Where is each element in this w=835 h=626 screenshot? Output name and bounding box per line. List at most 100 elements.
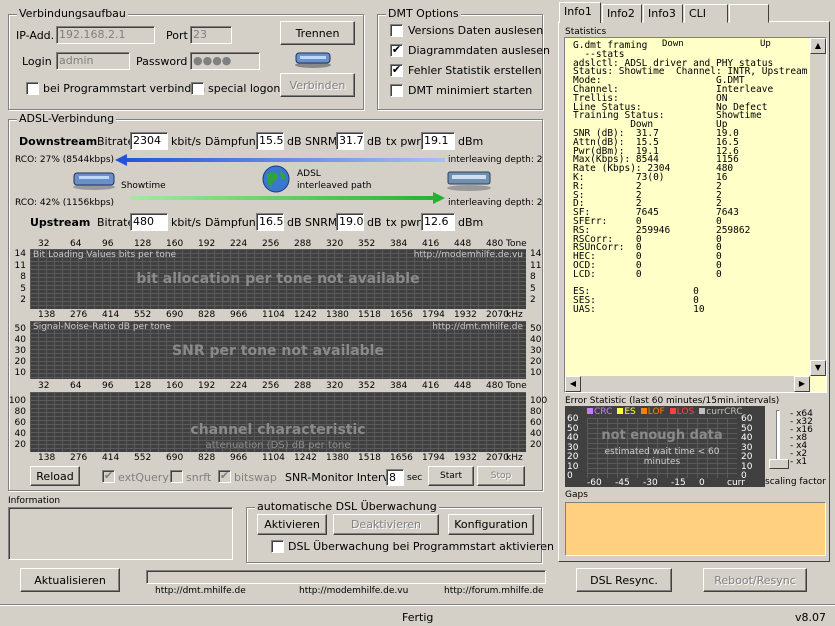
tab-info3[interactable]: Info3 (643, 4, 683, 23)
fehler-checkbox[interactable]: ✔ (390, 64, 403, 77)
port-field[interactable]: 23 (190, 26, 232, 44)
khz-tick: 1242 (294, 310, 317, 320)
modem-icon (292, 47, 334, 69)
konfiguration-button[interactable]: Konfiguration (448, 514, 534, 535)
legend-label: CRC (594, 407, 613, 417)
tab-cli[interactable]: CLI (684, 4, 728, 23)
error-y-tick: 30 (741, 442, 753, 453)
bit-y-tick: 14 (530, 249, 542, 259)
tone-tick: 448 (454, 381, 472, 391)
channel-chart-message: channel characteristic (190, 422, 366, 438)
autoconnect-checkbox[interactable] (26, 82, 39, 95)
error-y-axis-left: 60 50 40 30 20 10 0 (567, 414, 585, 481)
down-snrm-field: 31.7 (336, 132, 364, 150)
error-x-tick: -45 (615, 478, 630, 487)
interleave-down: interleaving depth: 2 (448, 155, 543, 165)
scroll-down-icon[interactable]: ▼ (810, 360, 826, 376)
up-txpwr-label: tx pwr (386, 216, 421, 229)
rco-up: RCO: 42% (1156kbps) (15, 198, 115, 208)
stats-vscrollbar[interactable]: ▲ ▼ (810, 38, 826, 376)
tone-tick: 64 (70, 381, 82, 391)
diagramm-checkbox[interactable]: ✔ (390, 44, 403, 57)
diagramm-label: Diagrammdaten auslesen (408, 44, 550, 57)
error-legend-item: ES (617, 407, 636, 417)
khz-tick: 1380 (326, 310, 349, 320)
link-dmt[interactable]: http://dmt.mhilfe.de (155, 586, 246, 596)
snrft-checkbox[interactable] (170, 470, 183, 483)
snr-y-axis-right: 50 40 30 20 10 (528, 324, 544, 379)
snr-chart-message: SNR per tone not available (172, 343, 384, 359)
tone-axis-2: 32 64 96 128 160 192 224 256 288 320 352 384 416 448 4… (28, 381, 528, 391)
tab-info2[interactable]: Info2 (602, 4, 642, 23)
extquery-checkbox[interactable]: ✔ (102, 470, 115, 483)
stats-hscrollbar[interactable]: ◀ ▶ (565, 376, 810, 392)
bit-y-axis-right: 14 11 8 5 2 (528, 249, 544, 309)
scaling-slider-track (776, 410, 780, 465)
snr-interval-field[interactable]: 8 (386, 469, 404, 486)
bitswap-checkbox[interactable]: ✔ (218, 470, 231, 483)
password-field[interactable]: ●●●● (190, 52, 260, 70)
khz-tick: 690 (166, 310, 184, 320)
channel-chart: channel characteristic attenuation (DS) … (30, 392, 526, 452)
snr-y-tick: 40 (530, 335, 542, 345)
upstream-arrow (130, 192, 445, 204)
login-field[interactable]: admin (56, 52, 130, 70)
trennen-button[interactable]: Trennen (280, 21, 355, 45)
dsl-resync-button[interactable]: DSL Resync. (576, 568, 672, 592)
auto-dsl-checkbox[interactable] (271, 540, 284, 553)
tone-tick: 448 (454, 239, 472, 249)
reboot-resync-button[interactable]: Reboot/Resync (703, 568, 807, 592)
aktualisieren-button[interactable]: Aktualisieren (20, 568, 120, 592)
error-legend-item: LOF (640, 407, 665, 417)
stop-button[interactable]: Stop (477, 466, 525, 486)
scroll-right-icon[interactable]: ▶ (794, 376, 810, 392)
down-daempfung-label: Dämpfung (205, 135, 263, 148)
verbindungsaufbau-title: Verbindungsaufbau (17, 7, 128, 20)
tone-tick: 384 (390, 239, 408, 249)
snr-y-tick: 50 (14, 324, 26, 334)
snr-y-tick: 30 (14, 346, 26, 356)
bit-y-tick: 5 (530, 283, 536, 294)
start-button[interactable]: Start (428, 466, 474, 486)
error-y-tick: 0 (567, 471, 573, 481)
bit-y-tick: 8 (530, 272, 536, 283)
snr-y-tick: 50 (530, 324, 542, 334)
khz-tick: 966 (230, 453, 248, 463)
tab-blank[interactable] (729, 4, 769, 23)
versions-checkbox[interactable] (390, 24, 403, 37)
chan-y-tick: 20 (530, 440, 542, 450)
error-legend: CRC ES LOF LOS currCRC (587, 407, 748, 417)
scroll-up-icon[interactable]: ▲ (810, 38, 826, 54)
scaling-slider-thumb[interactable] (769, 459, 789, 469)
deaktivieren-button[interactable]: Deaktivieren (333, 514, 439, 535)
snr-interval-label: SNR-Monitor Interval: (285, 471, 403, 484)
ip-field[interactable]: 192.168.2.1 (56, 26, 155, 44)
gaps-title: Gaps (565, 490, 588, 500)
legend-swatch-icon (587, 408, 593, 414)
reload-button[interactable]: Reload (30, 466, 80, 486)
link-forum[interactable]: http://forum.mhilfe.de (444, 586, 544, 596)
tab-info1[interactable]: Info1 (559, 2, 601, 23)
bit-chart-title: Bit Loading Values bits per tone (33, 250, 177, 260)
khz-tick: 552 (134, 453, 152, 463)
bit-y-tick: 14 (14, 249, 26, 259)
snrft-label: snrft (186, 471, 212, 484)
scroll-left-icon[interactable]: ◀ (565, 376, 581, 392)
minimiert-checkbox[interactable] (390, 84, 403, 97)
aktivieren-button[interactable]: Aktivieren (257, 514, 327, 535)
khz-tick: 1104 (262, 310, 285, 320)
link-modemhilfe[interactable]: http://modemhilfe.de.vu (299, 586, 408, 596)
verbinden-button[interactable]: Verbinden (280, 73, 355, 97)
snr-y-tick: 30 (530, 346, 542, 356)
tone-tick: 288 (294, 381, 312, 391)
channel-y-axis-left: 100 80 60 40 20 (9, 396, 28, 451)
rco-down: RCO: 27% (8544kbps) (15, 155, 115, 165)
special-logon-checkbox[interactable] (191, 82, 204, 95)
error-y-tick: 60 (567, 414, 579, 424)
khz-axis-1: 138 276 414 552 690 828 966 1104 1242 1380 1518 165… (28, 310, 528, 320)
snr-y-tick: 20 (14, 357, 26, 367)
up-daempfung-label: Dämpfung (205, 216, 263, 229)
port-label: Port (166, 29, 188, 42)
error-y-tick: 50 (567, 423, 579, 434)
up-bitrate-label: Bitrate (97, 216, 135, 229)
